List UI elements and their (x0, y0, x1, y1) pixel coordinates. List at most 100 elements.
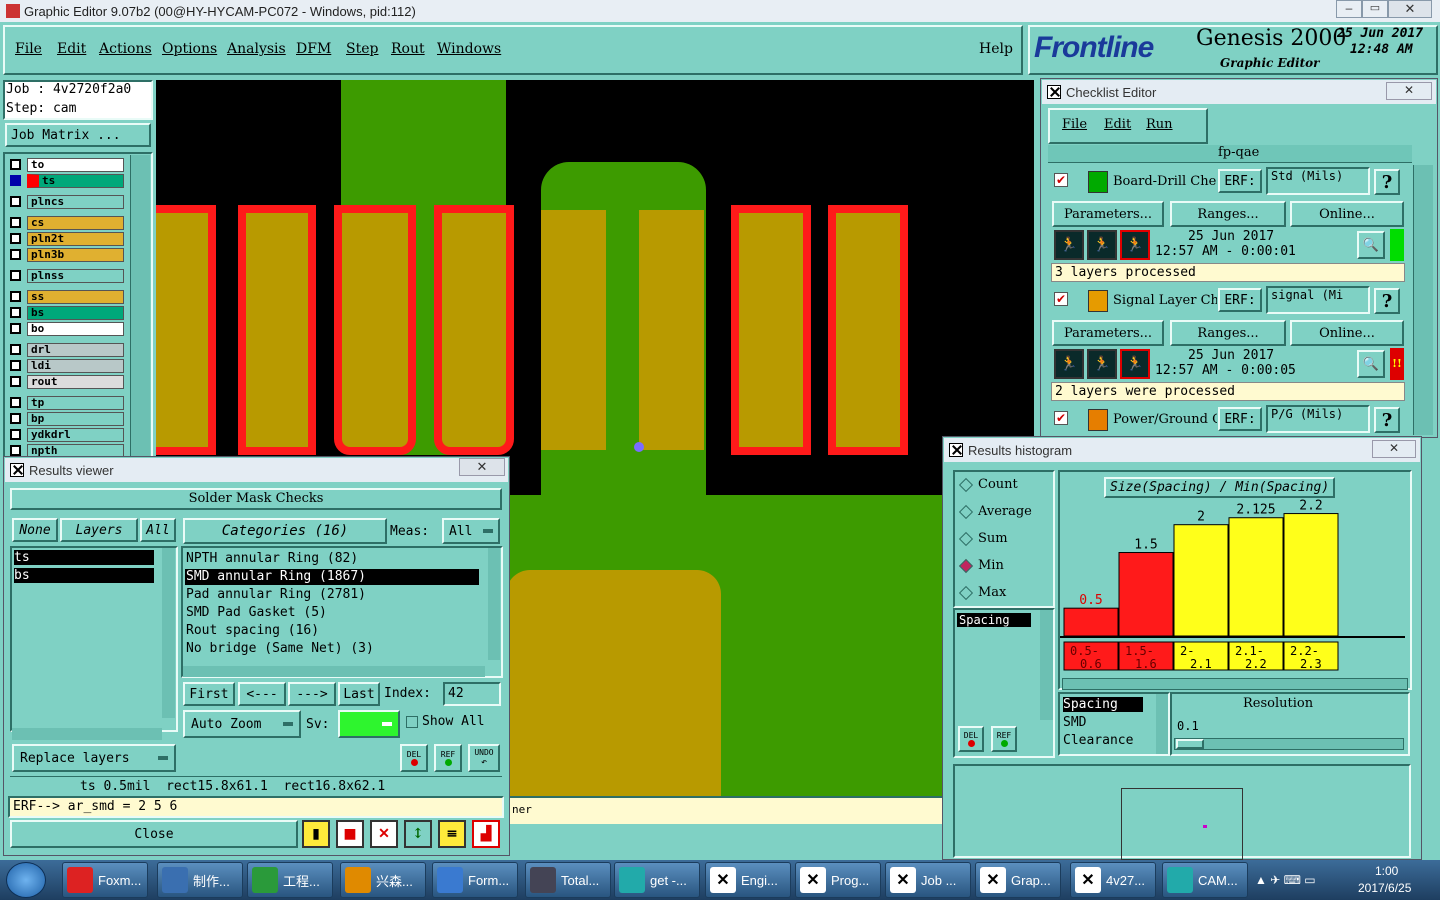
menu-step[interactable]: Step (346, 41, 378, 57)
first-button[interactable]: First (183, 682, 235, 706)
check-help-button[interactable]: ? (1374, 169, 1400, 195)
check-enable-box[interactable]: ✔ (1054, 173, 1068, 187)
layer-row-rout[interactable]: rout (8, 374, 124, 389)
check-ranges-button[interactable]: Ranges... (1170, 320, 1286, 346)
replace-layers-select[interactable]: Replace layers (12, 744, 176, 772)
menu-file[interactable]: File (15, 41, 42, 57)
results-tool-4-icon[interactable]: ↕ (404, 820, 432, 848)
meas-select[interactable]: All (442, 518, 500, 544)
check-parameters-button[interactable]: Parameters... (1052, 201, 1164, 227)
layers-none-button[interactable]: None (12, 518, 58, 542)
taskbar-item[interactable]: 工程... (247, 862, 333, 898)
layer-checkbox[interactable] (10, 344, 21, 355)
menu-analysis[interactable]: Analysis (227, 41, 286, 57)
category-item[interactable]: Pad annular Ring (2781) (185, 587, 479, 603)
results-close-button[interactable]: Close (10, 820, 298, 848)
histogram-ref-button[interactable]: REF (991, 726, 1017, 752)
results-tool-5-icon[interactable]: ≡ (438, 820, 466, 848)
taskbar-item[interactable]: CAM... (1162, 862, 1248, 898)
histogram-bar[interactable] (1063, 607, 1119, 637)
histogram-bar[interactable] (1118, 552, 1174, 637)
check-run-icon[interactable]: 🏃 (1087, 230, 1117, 260)
check-help-button[interactable]: ? (1374, 407, 1400, 433)
histogram-bar[interactable] (1173, 524, 1229, 637)
results-layer-scrollbar[interactable] (162, 548, 175, 718)
check-erf-field[interactable]: signal (Mi (1266, 286, 1370, 314)
close-button[interactable]: ✕ (1388, 0, 1432, 18)
histogram-hscrollbar[interactable] (1062, 678, 1408, 690)
histogram-list-item-0[interactable]: Spacing (957, 613, 1031, 627)
maximize-button[interactable]: ▭ (1362, 0, 1388, 18)
layer-checkbox[interactable] (10, 323, 21, 334)
layer-row-plncs[interactable]: plncs (8, 194, 124, 209)
layers-toggle-button[interactable]: Layers (60, 518, 138, 542)
layer-checkbox[interactable] (10, 233, 21, 244)
results-del-button[interactable]: DEL (400, 744, 428, 772)
results-tool-2-icon[interactable]: ■ (336, 820, 364, 848)
check-help-button[interactable]: ? (1374, 288, 1400, 314)
layer-checkbox[interactable] (10, 249, 21, 260)
prev-button[interactable]: <--- (238, 682, 286, 706)
check-run-icon[interactable]: 🏃 (1054, 349, 1084, 379)
layers-all-button[interactable]: All (140, 518, 176, 542)
results-layer-ts[interactable]: ts (14, 550, 154, 565)
check-run-icon[interactable]: 🏃 (1054, 230, 1084, 260)
layer-checkbox[interactable] (10, 429, 21, 440)
field-list-item[interactable]: Spacing (1063, 697, 1143, 712)
layer-row-bo[interactable]: bo (8, 321, 124, 336)
histogram-del-button[interactable]: DEL (958, 726, 984, 752)
layer-row-pln3b[interactable]: pln3b (8, 247, 124, 262)
layer-checkbox[interactable] (10, 397, 21, 408)
layer-checkbox[interactable] (10, 291, 21, 302)
sv-color-select[interactable] (338, 710, 400, 738)
layer-row-bp[interactable]: bp (8, 411, 124, 426)
layer-row-pln2t[interactable]: pln2t (8, 231, 124, 246)
start-button[interactable] (6, 862, 46, 898)
checklist-menu-run[interactable]: Run (1146, 117, 1173, 132)
taskbar-item[interactable]: 兴森... (340, 862, 426, 898)
category-item[interactable]: SMD Pad Gasket (5) (185, 605, 479, 621)
layer-checkbox[interactable] (10, 159, 21, 170)
layer-row-tp[interactable]: tp (8, 395, 124, 410)
menu-help[interactable]: Help (979, 41, 1013, 57)
layer-list-scrollbar[interactable] (130, 155, 150, 457)
layer-checkbox[interactable] (10, 175, 21, 186)
layer-row-ydkdrl[interactable]: ydkdrl (8, 427, 124, 442)
check-run-icon[interactable]: 🏃 (1087, 349, 1117, 379)
layer-checkbox[interactable] (10, 413, 21, 424)
check-erf-field[interactable]: Std (Mils) (1266, 167, 1370, 195)
auto-zoom-select[interactable]: Auto Zoom (183, 710, 301, 738)
check-enable-box[interactable]: ✔ (1054, 292, 1068, 306)
results-histogram-icon[interactable]: ▟ (472, 820, 500, 848)
taskbar-item[interactable]: ✕ Prog... (795, 862, 881, 898)
histogram-bar[interactable] (1228, 517, 1284, 637)
layer-row-ldi[interactable]: ldi (8, 358, 124, 373)
layer-checkbox[interactable] (10, 270, 21, 281)
checklist-menu-file[interactable]: File (1062, 117, 1087, 132)
check-erf-button[interactable]: ERF: (1218, 288, 1262, 312)
check-zoom-icon[interactable]: 🔍 (1357, 231, 1385, 259)
resolution-slider-thumb[interactable] (1176, 739, 1204, 749)
menu-dfm[interactable]: DFM (296, 41, 331, 57)
field-list-item[interactable]: Clearance (1063, 733, 1143, 748)
check-run-icon[interactable]: 🏃 (1120, 230, 1150, 260)
layer-row-drl[interactable]: drl (8, 342, 124, 357)
check-enable-box[interactable]: ✔ (1054, 411, 1068, 425)
results-layer-bs[interactable]: bs (14, 568, 154, 583)
last-button[interactable]: Last (338, 682, 380, 706)
field-list-scrollbar[interactable] (1156, 694, 1168, 754)
check-parameters-button[interactable]: Parameters... (1052, 320, 1164, 346)
check-zoom-icon[interactable]: 🔍 (1357, 350, 1385, 378)
category-item[interactable]: SMD annular Ring (1867) (185, 569, 479, 585)
taskbar-item[interactable]: ✕ Grap... (975, 862, 1061, 898)
next-button[interactable]: ---> (288, 682, 336, 706)
results-tool-3-icon[interactable]: ✕ (370, 820, 398, 848)
layer-checkbox[interactable] (10, 445, 21, 456)
category-hscrollbar[interactable] (183, 666, 485, 677)
field-list-item[interactable]: SMD (1063, 715, 1143, 730)
layer-row-to[interactable]: to (8, 157, 124, 172)
checklist-menu-edit[interactable]: Edit (1104, 117, 1131, 132)
results-layer-hscrollbar[interactable] (12, 728, 162, 740)
checklist-scrollbar[interactable] (1413, 165, 1433, 435)
taskbar-item[interactable]: ✕ Engi... (705, 862, 791, 898)
